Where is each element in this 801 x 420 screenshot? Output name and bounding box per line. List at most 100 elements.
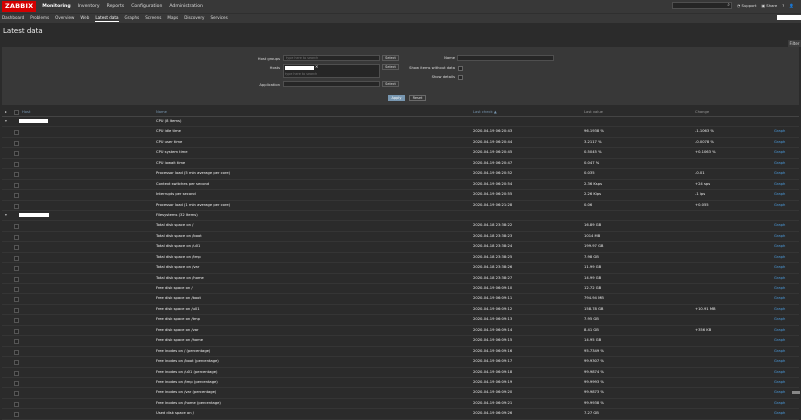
row-checkbox[interactable]: [14, 308, 19, 313]
graph-link[interactable]: Graph: [774, 284, 785, 293]
application-select-button[interactable]: Select: [382, 81, 399, 87]
host-groups-input[interactable]: type here to search: [283, 55, 380, 61]
submenu-graphs[interactable]: Graphs: [125, 15, 140, 22]
host-chip-remove-icon[interactable]: ✕: [315, 64, 318, 69]
menu-inventory[interactable]: Inventory: [78, 4, 100, 9]
graph-link[interactable]: Graph: [774, 242, 785, 251]
host-groups-select-button[interactable]: Select: [382, 55, 399, 61]
row-checkbox[interactable]: [14, 162, 19, 167]
graph-link[interactable]: Graph: [774, 138, 785, 147]
graph-link[interactable]: Graph: [774, 201, 785, 210]
redacted-host-name[interactable]: [19, 119, 48, 123]
submenu-maps[interactable]: Maps: [167, 15, 178, 22]
row-checkbox[interactable]: [14, 172, 19, 177]
name-input[interactable]: [457, 55, 554, 61]
menu-reports[interactable]: Reports: [107, 4, 125, 9]
row-checkbox[interactable]: [14, 297, 19, 302]
row-checkbox[interactable]: [14, 371, 19, 376]
graph-link[interactable]: Graph: [774, 253, 785, 262]
row-checkbox[interactable]: [14, 235, 19, 240]
last-value: 0.047 %: [584, 159, 599, 168]
graph-link[interactable]: Graph: [774, 305, 785, 314]
graph-link[interactable]: Graph: [774, 357, 785, 366]
graph-link[interactable]: Graph: [774, 368, 785, 377]
row-checkbox[interactable]: [14, 245, 19, 250]
graph-link[interactable]: Graph: [774, 274, 785, 283]
support-link[interactable]: ◔ Support: [737, 3, 757, 8]
reset-button[interactable]: Reset: [409, 95, 426, 101]
graph-link[interactable]: Graph: [774, 388, 785, 397]
menu-administration[interactable]: Administration: [169, 4, 203, 9]
user-profile-icon[interactable]: 👤: [789, 3, 794, 8]
graph-link[interactable]: Graph: [774, 315, 785, 324]
row-checkbox[interactable]: [14, 266, 19, 271]
graph-link[interactable]: Graph: [774, 336, 785, 345]
search-icon[interactable]: ⌕: [727, 2, 730, 8]
global-search-input[interactable]: ⌕: [672, 2, 732, 9]
row-checkbox[interactable]: [14, 277, 19, 282]
row-checkbox[interactable]: [14, 350, 19, 355]
help-button[interactable]: ?: [782, 3, 784, 8]
graph-link[interactable]: Graph: [774, 232, 785, 241]
submenu-overview[interactable]: Overview: [55, 15, 74, 22]
redacted-host-name[interactable]: [19, 213, 49, 217]
row-checkbox[interactable]: [14, 204, 19, 209]
submenu-latest-data[interactable]: Latest data: [95, 15, 118, 22]
application-input[interactable]: [283, 81, 380, 87]
group-row: ▾Filesystems (32 Items): [2, 211, 799, 221]
submenu-discovery[interactable]: Discovery: [184, 15, 204, 22]
column-name[interactable]: Name: [156, 108, 167, 116]
row-checkbox[interactable]: [14, 360, 19, 365]
graph-link[interactable]: Graph: [774, 263, 785, 272]
collapse-all-toggle[interactable]: ▸: [5, 108, 7, 116]
graph-link[interactable]: Graph: [774, 169, 785, 178]
graph-link[interactable]: Graph: [774, 159, 785, 168]
table-row: Free inodes on / (percentage)2020-04-19 …: [2, 347, 799, 357]
graph-link[interactable]: Graph: [774, 221, 785, 230]
graph-link[interactable]: Graph: [774, 347, 785, 356]
group-collapse-toggle[interactable]: ▾: [5, 211, 7, 220]
show-items-without-data-checkbox[interactable]: [458, 66, 463, 71]
graph-link[interactable]: Graph: [774, 148, 785, 157]
row-checkbox[interactable]: [14, 329, 19, 334]
graph-link[interactable]: Graph: [774, 378, 785, 387]
graph-link[interactable]: Graph: [774, 127, 785, 136]
row-checkbox[interactable]: [14, 183, 19, 188]
show-details-checkbox[interactable]: [458, 75, 463, 80]
graph-link[interactable]: Graph: [774, 190, 785, 199]
row-checkbox[interactable]: [14, 402, 19, 407]
submenu-services[interactable]: Services: [210, 15, 227, 22]
zabbix-logo[interactable]: ZABBIX: [2, 1, 36, 12]
column-host[interactable]: Host: [22, 108, 30, 116]
group-collapse-toggle[interactable]: ▾: [5, 117, 7, 126]
row-checkbox[interactable]: [14, 318, 19, 323]
row-checkbox[interactable]: [14, 412, 19, 417]
column-last-check[interactable]: Last check ▲: [473, 108, 497, 116]
apply-button[interactable]: Apply: [388, 95, 405, 101]
menu-configuration[interactable]: Configuration: [131, 4, 162, 9]
host-chip[interactable]: [285, 66, 314, 70]
row-checkbox[interactable]: [14, 151, 19, 156]
submenu-dashboard[interactable]: Dashboard: [2, 15, 24, 22]
row-checkbox[interactable]: [14, 130, 19, 135]
graph-link[interactable]: Graph: [774, 409, 785, 418]
graph-link[interactable]: Graph: [774, 326, 785, 335]
graph-link[interactable]: Graph: [774, 294, 785, 303]
row-checkbox[interactable]: [14, 381, 19, 386]
select-all-checkbox[interactable]: [14, 110, 19, 115]
graph-link[interactable]: Graph: [774, 399, 785, 408]
graph-link[interactable]: Graph: [774, 180, 785, 189]
row-checkbox[interactable]: [14, 193, 19, 198]
row-checkbox[interactable]: [14, 339, 19, 344]
share-link[interactable]: ▣ Share: [761, 3, 777, 8]
row-checkbox[interactable]: [14, 256, 19, 261]
row-checkbox[interactable]: [14, 287, 19, 292]
filter-tab[interactable]: Filter: [788, 40, 801, 47]
submenu-problems[interactable]: Problems: [30, 15, 49, 22]
row-checkbox[interactable]: [14, 141, 19, 146]
submenu-screens[interactable]: Screens: [145, 15, 161, 22]
menu-monitoring[interactable]: Monitoring: [42, 4, 70, 9]
submenu-web[interactable]: Web: [80, 15, 89, 22]
last-check: 2020-04-18 23:38:24: [473, 242, 512, 251]
row-checkbox[interactable]: [14, 224, 19, 229]
